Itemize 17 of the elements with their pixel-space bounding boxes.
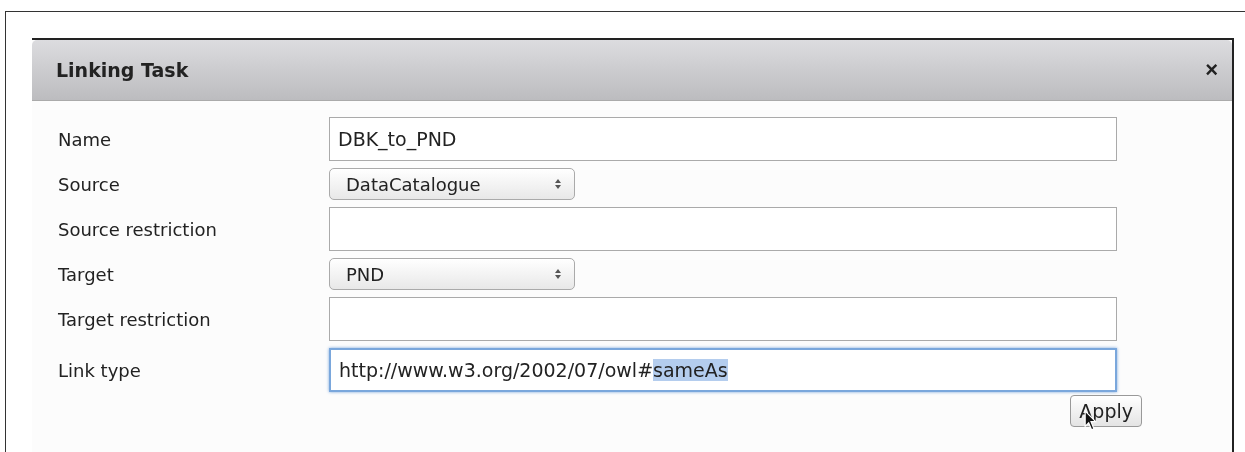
field-label: Target restriction [58, 308, 212, 330]
input-field[interactable] [329, 207, 1117, 251]
input-field[interactable] [329, 297, 1117, 341]
field-label: Source [58, 173, 121, 195]
stepper-arrows-icon [554, 177, 562, 191]
apply-button[interactable]: Apply [1070, 395, 1142, 427]
field-label: Source restriction [58, 218, 218, 240]
field-label: Link type [58, 359, 142, 381]
stepper-arrows-icon [554, 267, 562, 281]
select-dropdown[interactable]: DataCatalogue [329, 168, 575, 200]
close-button[interactable]: × [1205, 57, 1218, 83]
select-dropdown[interactable]: PND [329, 258, 575, 290]
field-label: Name [58, 128, 113, 150]
field-label: Target [58, 263, 115, 285]
input-field[interactable]: http://www.w3.org/2002/07/owl#sameAs [329, 348, 1117, 392]
dialog-title: Linking Task [56, 59, 189, 81]
input-field[interactable]: DBK_to_PND [329, 117, 1117, 161]
